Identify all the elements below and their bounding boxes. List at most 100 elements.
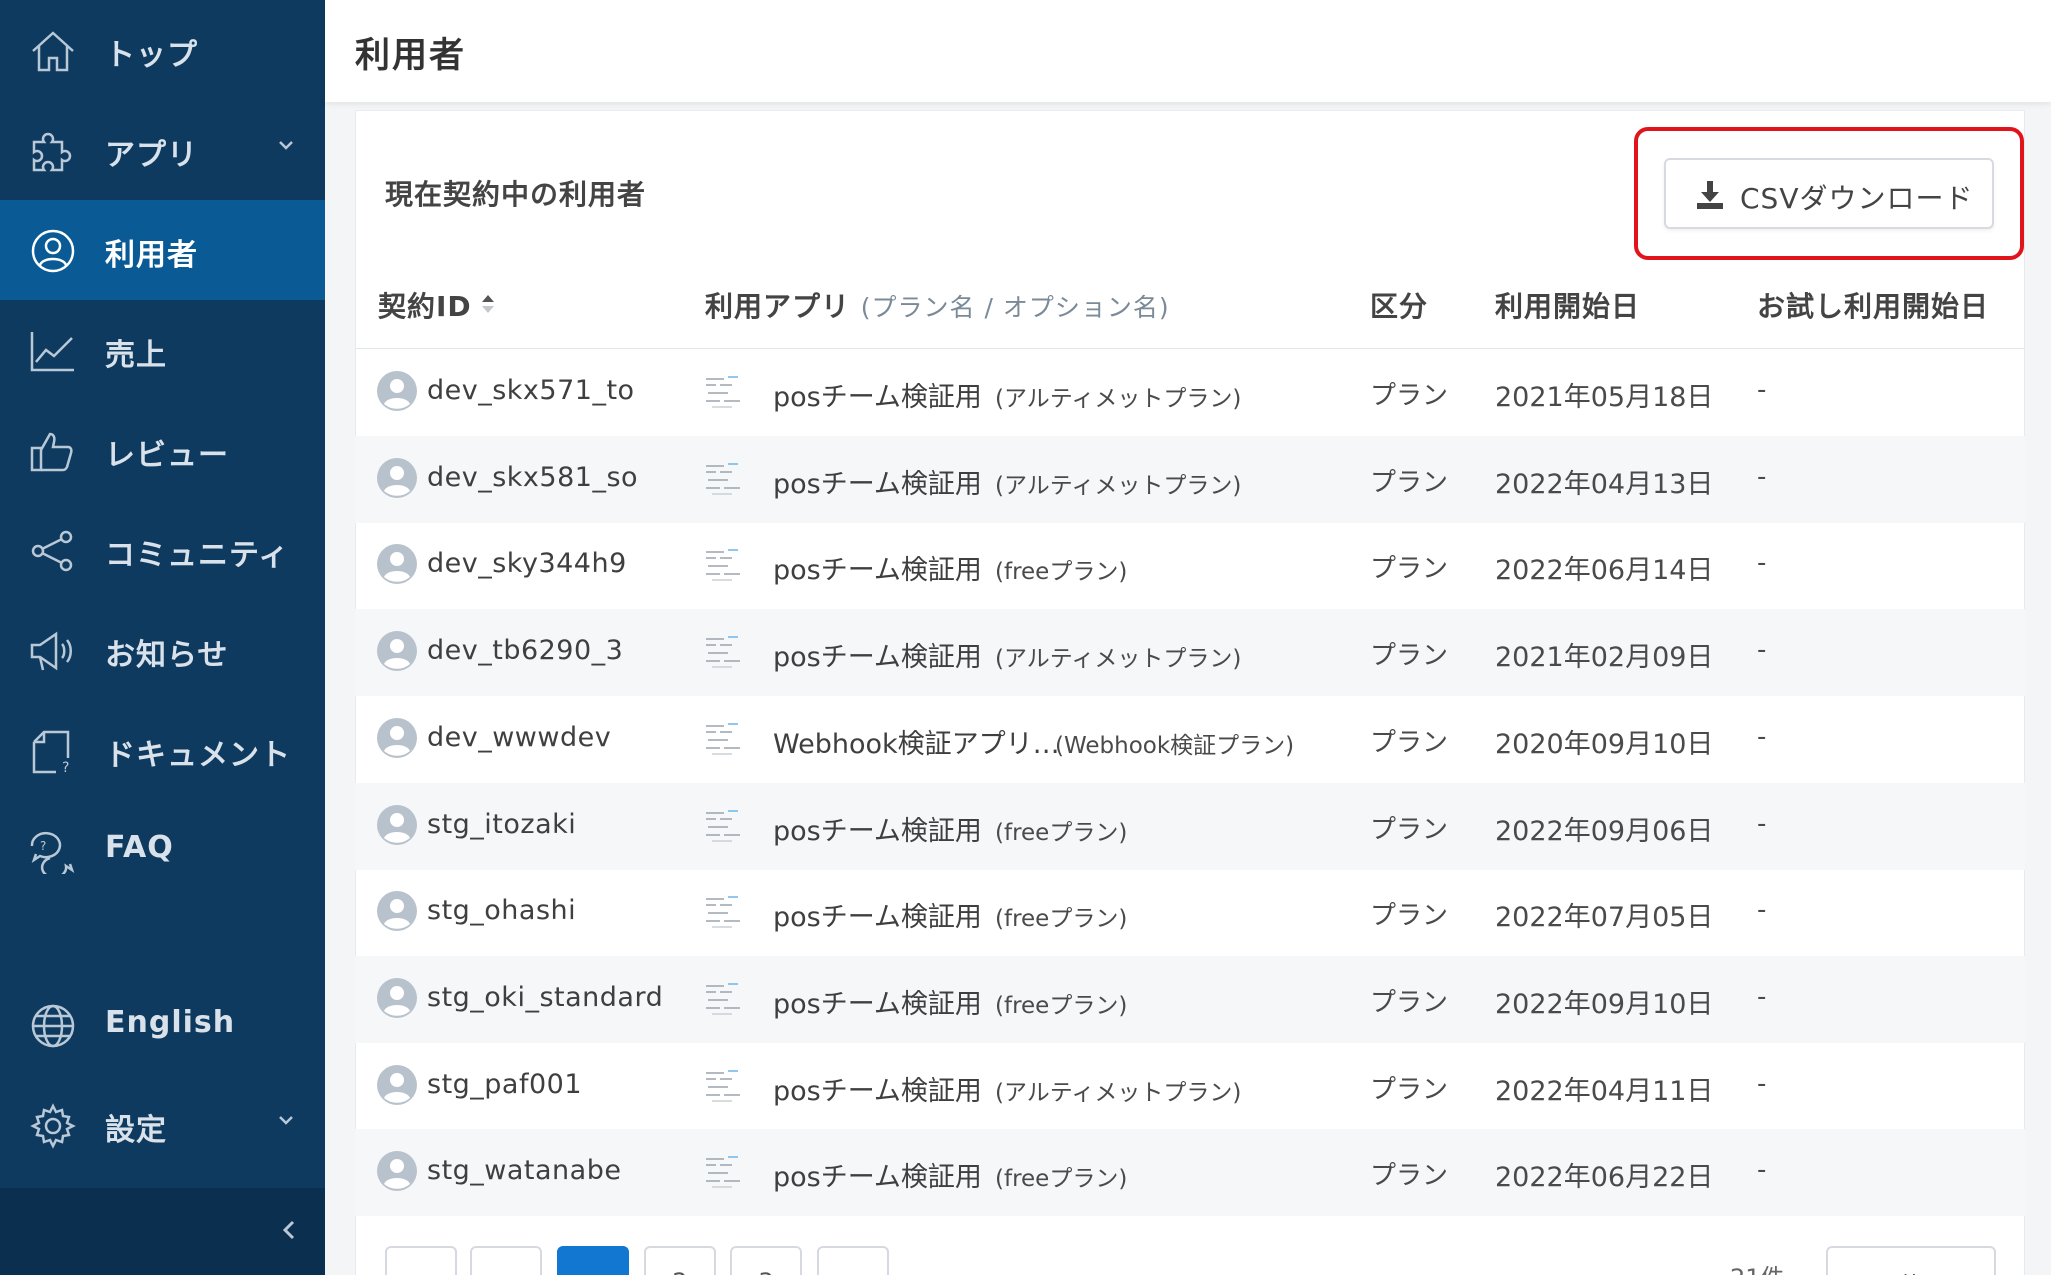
- chat-icon: ?: [28, 828, 78, 879]
- app-name[interactable]: posチーム検証用: [773, 635, 982, 674]
- app-thumbnail-icon: [702, 371, 744, 411]
- sidebar-item-community[interactable]: コミュニティ: [0, 500, 325, 600]
- sidebar-item-settings[interactable]: 設定: [0, 1075, 325, 1175]
- avatar-icon: [376, 630, 418, 672]
- sidebar-item-reviews[interactable]: レビュー: [0, 400, 325, 500]
- sidebar-item-english[interactable]: English: [0, 975, 325, 1075]
- per-page-select[interactable]: 10件: [1826, 1246, 1996, 1275]
- table-row[interactable]: dev_wwwdev Webhook検証アプリ… (Webhook検証プラン) プラン…: [355, 696, 2025, 783]
- category: プラン: [1370, 381, 1449, 411]
- start-date: 2022年07月05日: [1495, 902, 1714, 934]
- total-count: 21件: [1730, 1258, 1785, 1275]
- plan-name: (アルティメットプラン): [995, 646, 1242, 673]
- app-name[interactable]: posチーム検証用: [773, 895, 982, 934]
- column-header-app-label: 利用アプリ: [705, 290, 851, 323]
- table-row[interactable]: dev_skx571_to posチーム検証用 (アルティメットプラン) プラン 202…: [355, 349, 2025, 436]
- sidebar-item-sales[interactable]: 売上: [0, 300, 325, 400]
- category: プラン: [1370, 554, 1449, 585]
- app-thumbnail-icon: [702, 544, 744, 584]
- category: プラン: [1370, 641, 1449, 672]
- table-row[interactable]: stg_ohashi posチーム検証用 (freeプラン) プラン 2022年07月0…: [355, 869, 2025, 956]
- plan-name: (Webhook検証プラン): [1055, 732, 1295, 759]
- trial-start-date: -: [1757, 895, 1767, 926]
- sidebar-item-label: 利用者: [105, 238, 198, 273]
- puzzle-icon: [28, 128, 78, 174]
- megaphone-icon: [28, 628, 78, 674]
- table-row[interactable]: dev_tb6290_3 posチーム検証用 (アルティメットプラン) プラン 2021…: [355, 609, 2025, 697]
- sidebar-item-label: English: [105, 1005, 236, 1040]
- pagination-first-button[interactable]: «: [385, 1246, 457, 1275]
- trial-start-date: -: [1757, 1155, 1767, 1186]
- app-name[interactable]: posチーム検証用: [773, 982, 982, 1021]
- sidebar-item-documents[interactable]: ? ドキュメント: [0, 700, 325, 800]
- pagination-prev-button[interactable]: ‹: [470, 1246, 542, 1275]
- app-name[interactable]: posチーム検証用: [773, 1069, 982, 1108]
- table-row[interactable]: stg_itozaki posチーム検証用 (freeプラン) プラン 2022年09月…: [355, 782, 2025, 870]
- app-name[interactable]: Webhook検証アプリ…: [773, 722, 1060, 761]
- table-row[interactable]: stg_oki_standard posチーム検証用 (freeプラン) プラン 202…: [355, 955, 2025, 1043]
- share-icon: [28, 528, 78, 574]
- plan-name: (freeプラン): [995, 1166, 1128, 1193]
- app-thumbnail-icon: [702, 718, 744, 758]
- sidebar-item-label: FAQ: [105, 830, 174, 865]
- table-row[interactable]: dev_sky344h9 posチーム検証用 (freeプラン) プラン 2022年06…: [355, 522, 2025, 609]
- table-row[interactable]: stg_paf001 posチーム検証用 (アルティメットプラン) プラン 2022年0…: [355, 1043, 2025, 1130]
- pagination-page-3[interactable]: 3: [730, 1246, 802, 1275]
- thumbs-up-icon: [28, 428, 78, 474]
- home-icon: [28, 28, 78, 74]
- section-title: 現在契約中の利用者: [385, 178, 647, 211]
- sidebar-item-faq[interactable]: ? FAQ: [0, 800, 325, 900]
- app-name[interactable]: posチーム検証用: [773, 375, 982, 414]
- contract-id[interactable]: dev_skx571_to: [427, 375, 635, 406]
- contract-id[interactable]: stg_ohashi: [427, 895, 576, 926]
- table-row[interactable]: stg_watanabe posチーム検証用 (freeプラン) プラン 2022年06…: [355, 1129, 2025, 1217]
- app-name[interactable]: posチーム検証用: [773, 809, 982, 848]
- contract-id[interactable]: dev_wwwdev: [427, 722, 611, 753]
- category: プラン: [1370, 814, 1449, 845]
- contract-id[interactable]: stg_watanabe: [427, 1155, 621, 1186]
- column-header-contract-id[interactable]: 契約ID: [378, 285, 472, 325]
- app-thumbnail-icon: [702, 1065, 744, 1105]
- sidebar-item-label: レビュー: [105, 438, 229, 473]
- contract-id[interactable]: dev_skx581_so: [427, 462, 638, 493]
- sidebar-item-label: アプリ: [105, 138, 198, 173]
- plan-name: (freeプラン): [995, 992, 1128, 1019]
- pagination-next-button[interactable]: ›: [817, 1246, 889, 1275]
- chevron-down-icon[interactable]: [275, 1109, 297, 1131]
- sidebar-item-news[interactable]: お知らせ: [0, 600, 325, 700]
- chevron-down-icon[interactable]: [275, 134, 297, 156]
- category: プラン: [1370, 1161, 1449, 1192]
- app-thumbnail-icon: [702, 458, 744, 498]
- app-name[interactable]: posチーム検証用: [773, 462, 982, 501]
- app-thumbnail-icon: [702, 1151, 744, 1191]
- app-name[interactable]: posチーム検証用: [773, 1155, 982, 1194]
- plan-name: (アルティメットプラン): [995, 472, 1242, 499]
- avatar-icon: [376, 1064, 418, 1106]
- chevron-left-icon[interactable]: [276, 1210, 302, 1250]
- start-date: 2021年05月18日: [1495, 382, 1714, 413]
- contract-id[interactable]: stg_itozaki: [427, 809, 576, 840]
- gear-icon: [28, 1103, 78, 1149]
- pagination-page-current[interactable]: [557, 1246, 629, 1275]
- category: プラン: [1370, 727, 1449, 758]
- app-name[interactable]: posチーム検証用: [773, 548, 982, 587]
- trial-start-date: -: [1757, 548, 1767, 579]
- pagination-page-2[interactable]: 2: [644, 1246, 716, 1275]
- trial-start-date: -: [1757, 981, 1767, 1012]
- trial-start-date: -: [1757, 375, 1767, 405]
- contract-id[interactable]: stg_oki_standard: [427, 982, 663, 1013]
- csv-download-button[interactable]: CSVダウンロード: [1664, 158, 1994, 229]
- sort-icon[interactable]: [480, 292, 496, 316]
- contract-id[interactable]: dev_sky344h9: [427, 548, 627, 579]
- sidebar-item-apps[interactable]: アプリ: [0, 100, 325, 200]
- contract-id[interactable]: stg_paf001: [427, 1069, 582, 1100]
- contract-id[interactable]: dev_tb6290_3: [427, 635, 623, 666]
- app-thumbnail-icon: [702, 891, 744, 931]
- sidebar-item-top[interactable]: トップ: [0, 0, 325, 100]
- sidebar-item-users[interactable]: 利用者: [0, 200, 325, 300]
- column-header-trial-start-date: お試し利用開始日: [1757, 290, 1990, 323]
- table-row[interactable]: dev_skx581_so posチーム検証用 (アルティメットプラン) プラン 202…: [355, 435, 2025, 523]
- start-date: 2022年04月13日: [1495, 468, 1714, 500]
- start-date: 2022年09月06日: [1495, 815, 1714, 847]
- sidebar-item-label: お知らせ: [105, 638, 229, 673]
